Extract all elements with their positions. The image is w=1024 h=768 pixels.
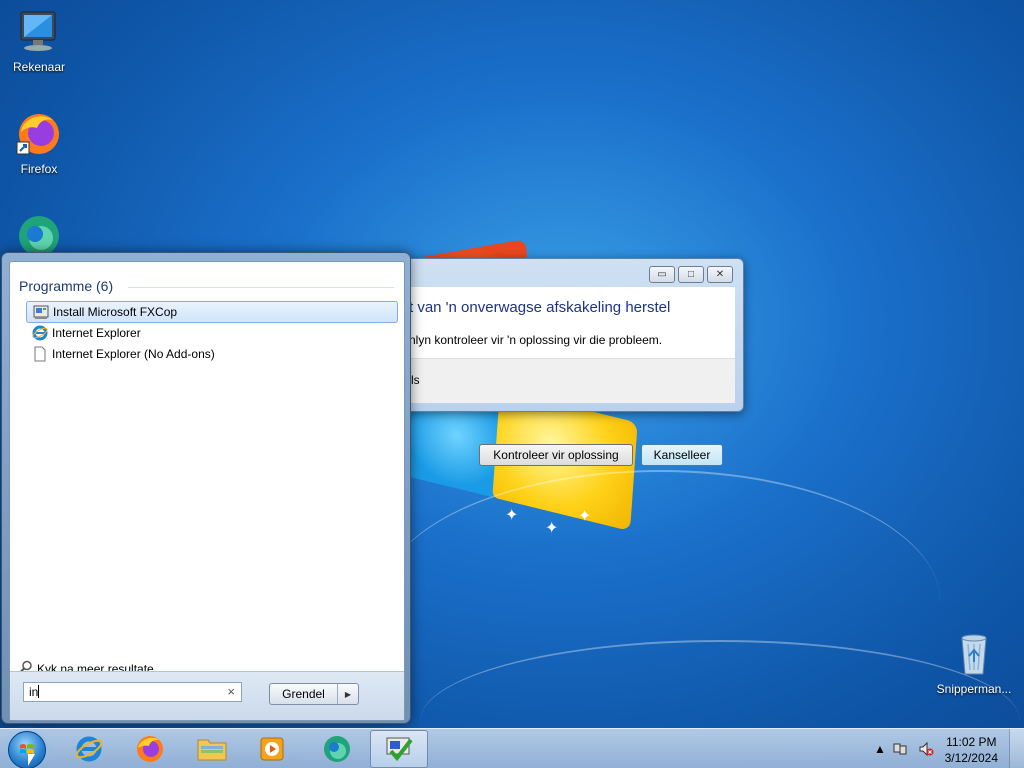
- taskbar: ▲ 11:02 PM 3/12/2024: [0, 728, 1024, 768]
- minimize-button[interactable]: ▭: [649, 266, 675, 283]
- taskbar-firefox[interactable]: [121, 730, 179, 768]
- volume-muted-icon[interactable]: [918, 741, 934, 757]
- unexpected-shutdown-dialog[interactable]: ▭ □ ✕ t van 'n onverwagse afskakeling he…: [380, 258, 744, 466]
- show-hidden-icons-chevron-icon[interactable]: ▲: [872, 741, 888, 757]
- desktop-icon-label: Snipperman...: [936, 682, 1012, 696]
- desktop-icon-label: Rekenaar: [12, 60, 66, 74]
- taskbar-internet-explorer[interactable]: [60, 730, 118, 768]
- search-result-internet-explorer-no-addons[interactable]: Internet Explorer (No Add-ons): [26, 344, 396, 364]
- minimize-icon: ▭: [657, 269, 667, 280]
- check-solution-button[interactable]: Kontroleer vir oplossing: [479, 444, 633, 466]
- group-divider: [128, 287, 394, 288]
- clear-search-icon[interactable]: ×: [227, 684, 235, 699]
- search-result-internet-explorer[interactable]: Internet Explorer: [26, 323, 396, 343]
- system-tray: ▲ 11:02 PM 3/12/2024: [864, 729, 1024, 768]
- taskbar-file-explorer[interactable]: [183, 730, 241, 768]
- desktop-icon-label: Firefox: [20, 162, 58, 176]
- search-result-label: Install Microsoft FXCop: [53, 305, 178, 319]
- dialog-footer: ls Kontroleer vir oplossing Kanselleer: [389, 358, 735, 466]
- installer-icon: [33, 304, 49, 320]
- recycle-bin-icon: [950, 630, 998, 678]
- close-icon: ✕: [715, 269, 725, 280]
- search-result-label: Internet Explorer: [52, 326, 141, 340]
- installer-icon: [386, 737, 413, 762]
- wallpaper-sparkle: ✦: [578, 508, 592, 525]
- folder-icon: [197, 739, 227, 761]
- lock-button[interactable]: Grendel: [270, 684, 338, 704]
- search-input[interactable]: in ×: [23, 682, 242, 702]
- search-result-install-fxcop[interactable]: Install Microsoft FXCop: [26, 301, 398, 323]
- firefox-icon: [137, 736, 163, 762]
- search-result-label: Internet Explorer (No Add-ons): [52, 347, 215, 361]
- desktop-icon-firefox[interactable]: Firefox: [1, 110, 77, 176]
- media-player-icon: [260, 737, 284, 761]
- shutdown-options-arrow-icon[interactable]: ▶: [338, 684, 358, 704]
- start-button[interactable]: [8, 731, 46, 768]
- cancel-button[interactable]: Kanselleer: [641, 444, 723, 466]
- edge-icon: [324, 736, 350, 762]
- shutdown-button-group: Grendel ▶: [269, 683, 359, 705]
- desktop-icon-computer[interactable]: Rekenaar: [1, 8, 77, 74]
- dialog-headline: t van 'n onverwagse afskakeling herstel: [409, 299, 671, 316]
- start-menu: Programme (6) Install Microsoft FXCop In…: [1, 252, 411, 724]
- start-menu-results-panel: Programme (6) Install Microsoft FXCop In…: [9, 261, 405, 721]
- internet-explorer-icon: [75, 736, 103, 762]
- search-input-value: in: [29, 685, 39, 699]
- clock-time: 11:02 PM: [946, 735, 997, 749]
- taskbar-fxcop-installer[interactable]: [370, 730, 428, 768]
- dialog-body-text: nlyn kontroleer vir 'n oplossing vir die…: [409, 333, 663, 347]
- taskbar-edge[interactable]: [308, 730, 366, 768]
- close-button[interactable]: ✕: [707, 266, 733, 283]
- network-icon[interactable]: [892, 741, 908, 757]
- desktop: ✦ ✦ ✦ Rekenaar Firefox Snipperman... ▭ □…: [0, 0, 1024, 768]
- show-desktop-button[interactable]: [1009, 729, 1024, 768]
- dialog-details-link[interactable]: ls: [411, 373, 420, 387]
- internet-explorer-icon: [32, 325, 48, 341]
- mouse-cursor-icon: [28, 754, 35, 766]
- maximize-button[interactable]: □: [678, 266, 704, 283]
- clock-date: 3/12/2024: [944, 751, 998, 765]
- maximize-icon: □: [687, 269, 695, 280]
- taskbar-media-player[interactable]: [243, 730, 301, 768]
- computer-icon: [15, 8, 63, 56]
- wallpaper-sparkle: ✦: [545, 520, 559, 537]
- desktop-icon-recycle-bin[interactable]: Snipperman...: [936, 630, 1012, 696]
- blank-document-icon: [32, 346, 48, 362]
- dialog-client-area: t van 'n onverwagse afskakeling herstel …: [389, 287, 735, 466]
- firefox-icon: [15, 110, 63, 158]
- caption-buttons: ▭ □ ✕: [649, 266, 733, 283]
- text-cursor: [38, 685, 40, 698]
- results-group-title: Programme (6): [19, 278, 114, 294]
- wallpaper-sparkle: ✦: [505, 507, 519, 524]
- start-menu-bottom-bar: in × Grendel ▶: [10, 671, 404, 720]
- clock[interactable]: 11:02 PM 3/12/2024: [945, 734, 998, 766]
